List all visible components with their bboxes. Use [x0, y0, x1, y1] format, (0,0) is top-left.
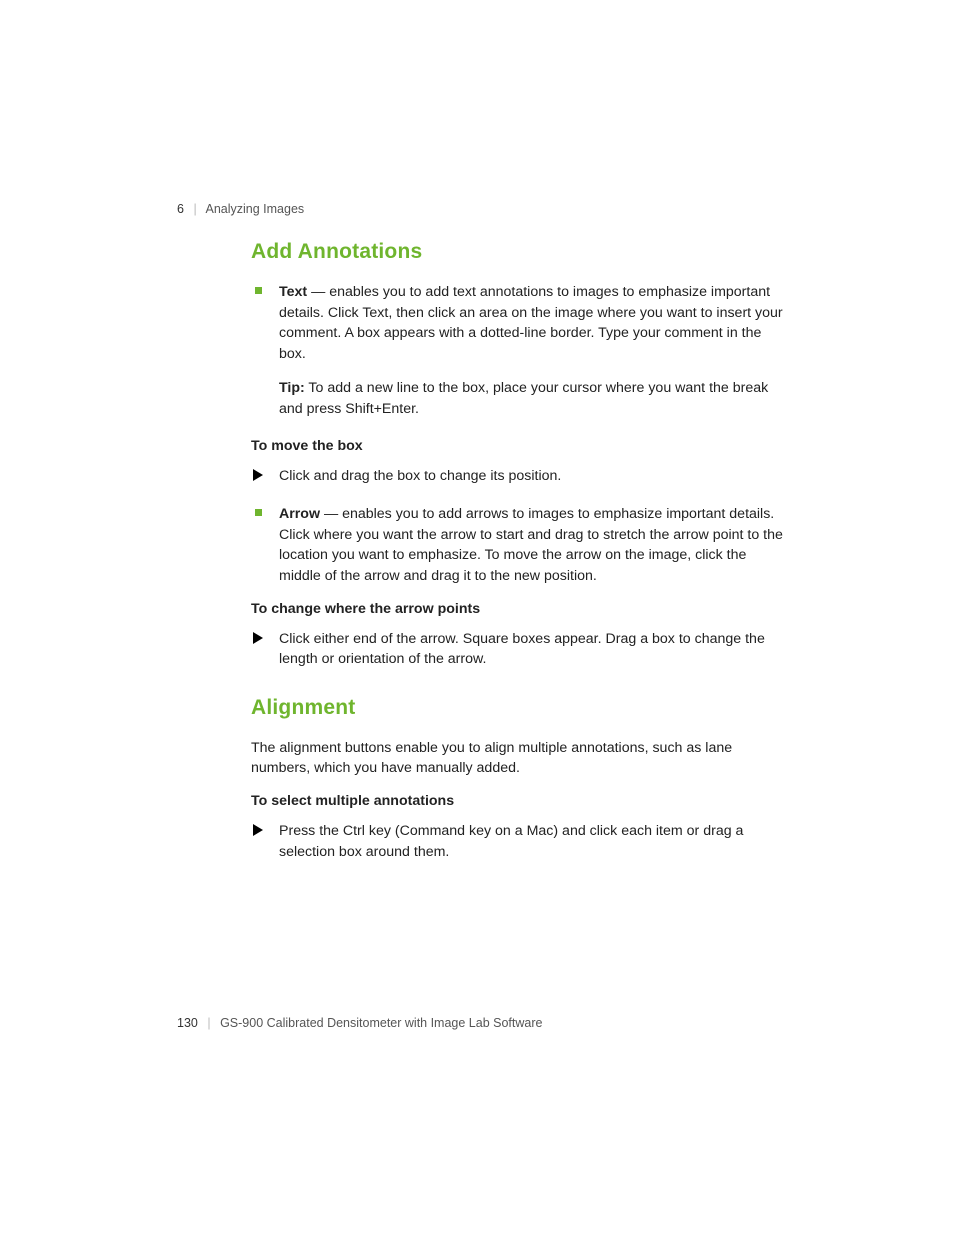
triangle-bullet-icon — [253, 632, 263, 644]
document-title: GS-900 Calibrated Densitometer with Imag… — [220, 1016, 542, 1030]
bullet-arrow-body: — enables you to add arrows to images to… — [279, 506, 783, 584]
triangle-bullet-icon — [253, 469, 263, 481]
bullet-text-lead: Text — [279, 284, 307, 300]
bullet-arrow-lead: Arrow — [279, 506, 320, 522]
heading-alignment: Alignment — [251, 696, 786, 720]
step-change-arrow-text: Click either end of the arrow. Square bo… — [279, 631, 765, 668]
tip-block: Tip: To add a new line to the box, place… — [251, 378, 786, 419]
chapter-title: Analyzing Images — [205, 202, 304, 216]
square-bullet-icon — [255, 509, 262, 516]
alignment-intro: The alignment buttons enable you to alig… — [251, 738, 786, 779]
step-change-arrow: Click either end of the arrow. Square bo… — [251, 629, 786, 670]
step-move-box: Click and drag the box to change its pos… — [251, 466, 786, 487]
page-number: 130 — [177, 1016, 198, 1030]
footer-separator: | — [207, 1016, 210, 1030]
subheading-move-box: To move the box — [251, 438, 786, 454]
running-header: 6 | Analyzing Images — [177, 202, 304, 216]
subheading-select-multiple: To select multiple annotations — [251, 793, 786, 809]
heading-add-annotations: Add Annotations — [251, 240, 786, 264]
tip-body: To add a new line to the box, place your… — [279, 380, 768, 417]
bullet-text: Text — enables you to add text annotatio… — [251, 282, 786, 364]
tip-label: Tip: — [279, 380, 305, 396]
square-bullet-icon — [255, 287, 262, 294]
step-select-multiple-text: Press the Ctrl key (Command key on a Mac… — [279, 823, 743, 860]
step-move-box-text: Click and drag the box to change its pos… — [279, 468, 561, 484]
page: 6 | Analyzing Images Add Annotations Tex… — [0, 0, 954, 1235]
page-footer: 130 | GS-900 Calibrated Densitometer wit… — [177, 1016, 542, 1030]
bullet-text-body: — enables you to add text annotations to… — [279, 284, 783, 362]
chapter-number: 6 — [177, 202, 184, 216]
triangle-bullet-icon — [253, 824, 263, 836]
step-select-multiple: Press the Ctrl key (Command key on a Mac… — [251, 821, 786, 862]
content-area: Add Annotations Text — enables you to ad… — [251, 240, 786, 880]
bullet-arrow: Arrow — enables you to add arrows to ima… — [251, 504, 786, 586]
header-separator: | — [193, 202, 196, 216]
subheading-change-arrow: To change where the arrow points — [251, 601, 786, 617]
